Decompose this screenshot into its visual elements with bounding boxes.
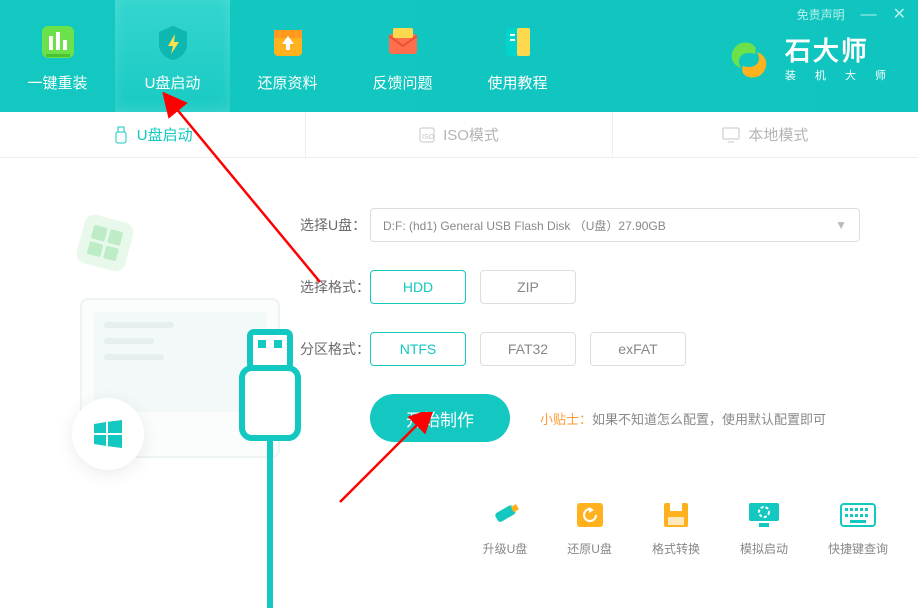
windows-logo-icon [72, 398, 144, 470]
windows-tile-icon [74, 212, 135, 273]
subtab-iso[interactable]: ISO ISO模式 [306, 112, 612, 157]
bottom-tools: 升级U盘 还原U盘 格式转换 模拟启动 快捷键查询 [483, 500, 888, 557]
brand-tagline: 装 机 大 师 [785, 67, 894, 83]
format-label: 选择格式： [300, 277, 370, 297]
subtab-label: U盘启动 [137, 124, 193, 145]
disclaimer-link[interactable]: 免责声明 [797, 6, 845, 23]
tool-hotkey-lookup[interactable]: 快捷键查询 [828, 500, 888, 557]
illustration [30, 208, 300, 442]
minimize-button[interactable]: — [861, 10, 877, 20]
nav-restore[interactable]: 还原资料 [230, 0, 345, 112]
format-hdd[interactable]: HDD [370, 270, 466, 304]
monitor-icon [722, 127, 740, 143]
brand: 石大师 装 机 大 师 [725, 36, 894, 84]
partition-ntfs[interactable]: NTFS [370, 332, 466, 366]
tool-restore-usb[interactable]: 还原U盘 [567, 500, 612, 557]
subtab-local[interactable]: 本地模式 [613, 112, 918, 157]
sub-tabs: U盘启动 ISO ISO模式 本地模式 [0, 112, 918, 158]
tool-format-convert[interactable]: 格式转换 [652, 500, 700, 557]
brand-logo-icon [725, 36, 773, 84]
titlebar: 免责声明 — ✕ [797, 6, 906, 23]
nav-label: 反馈问题 [372, 72, 432, 93]
tip-body: 如果不知道怎么配置，使用默认配置即可 [592, 412, 826, 427]
start-button[interactable]: 开始制作 [370, 394, 510, 442]
nav-label: 使用教程 [487, 72, 547, 93]
tool-label: 快捷键查询 [828, 540, 888, 557]
nav-tutorial[interactable]: 使用教程 [460, 0, 575, 112]
subtab-label: ISO模式 [443, 124, 499, 145]
svg-text:ISO: ISO [422, 134, 435, 141]
chevron-down-icon: ▼ [835, 218, 847, 232]
subtab-label: 本地模式 [748, 124, 808, 145]
tip-text: 小贴士：如果不知道怎么配置，使用默认配置即可 [540, 409, 826, 428]
restore-box-icon [571, 500, 609, 530]
keyboard-icon [839, 500, 877, 530]
tool-label: 模拟启动 [740, 540, 788, 557]
app-header: 免责声明 — ✕ 一键重装 U盘启动 还原资料 反馈问题 [0, 0, 918, 112]
partition-label: 分区格式： [300, 339, 370, 359]
format-zip[interactable]: ZIP [480, 270, 576, 304]
iso-icon: ISO [419, 127, 435, 143]
tool-label: 还原U盘 [567, 540, 612, 557]
nav-feedback[interactable]: 反馈问题 [345, 0, 460, 112]
brand-name: 石大师 [785, 38, 894, 64]
nav-label: 一键重装 [27, 72, 87, 93]
shield-bolt-icon [151, 20, 195, 64]
partition-fat32[interactable]: FAT32 [480, 332, 576, 366]
monitor-loading-icon [745, 500, 783, 530]
tip-prefix: 小贴士： [540, 412, 592, 427]
disk-select[interactable]: D:F: (hd1) General USB Flash Disk （U盘）27… [370, 208, 860, 242]
book-icon [496, 20, 540, 64]
close-button[interactable]: ✕ [893, 10, 906, 20]
floppy-icon [657, 500, 695, 530]
nav-reinstall[interactable]: 一键重装 [0, 0, 115, 112]
tool-upgrade-usb[interactable]: 升级U盘 [483, 500, 528, 557]
tool-simulate-boot[interactable]: 模拟启动 [740, 500, 788, 557]
main-nav: 一键重装 U盘启动 还原资料 反馈问题 使用教程 [0, 0, 575, 112]
main-content: 选择U盘： D:F: (hd1) General USB Flash Disk … [0, 158, 918, 462]
disk-value: D:F: (hd1) General USB Flash Disk （U盘）27… [383, 217, 666, 234]
tool-label: 格式转换 [652, 540, 700, 557]
subtab-usb[interactable]: U盘启动 [0, 112, 306, 157]
bar-chart-icon [36, 20, 80, 64]
nav-label: U盘启动 [145, 72, 201, 93]
usb-stick-icon [486, 500, 524, 530]
disk-label: 选择U盘： [300, 215, 370, 235]
partition-exfat[interactable]: exFAT [590, 332, 686, 366]
usb-plug-icon [230, 328, 310, 613]
mail-icon [381, 20, 425, 64]
nav-label: 还原资料 [257, 72, 317, 93]
usb-icon [113, 126, 129, 144]
tool-label: 升级U盘 [483, 540, 528, 557]
upload-box-icon [266, 20, 310, 64]
nav-usb-boot[interactable]: U盘启动 [115, 0, 230, 112]
config-form: 选择U盘： D:F: (hd1) General USB Flash Disk … [300, 208, 888, 442]
